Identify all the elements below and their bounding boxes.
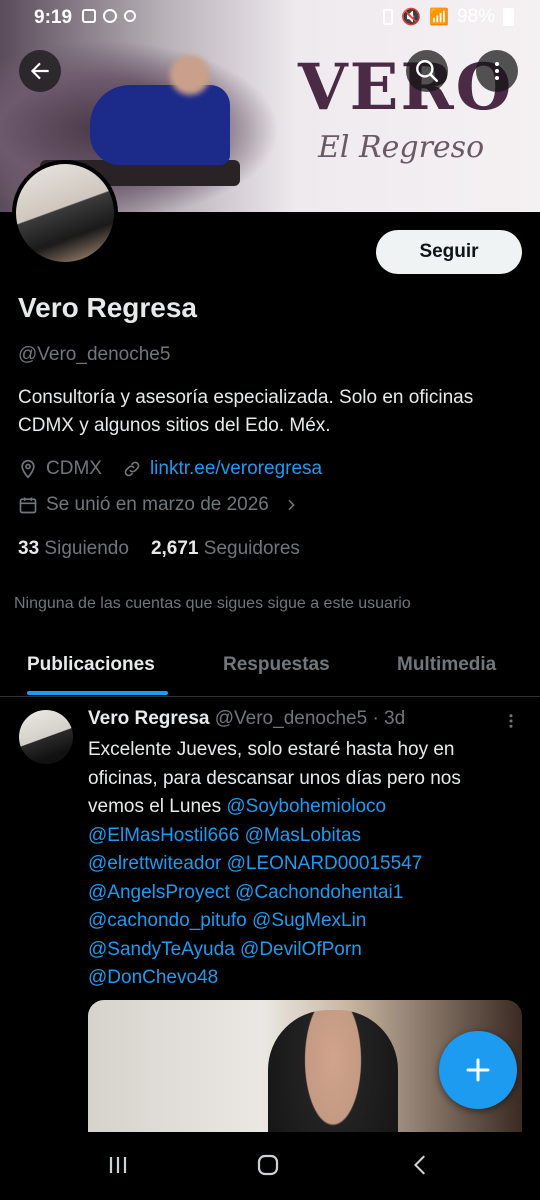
home-button[interactable]: [248, 1150, 288, 1180]
mute-icon: 🔇: [401, 9, 422, 26]
notification-icons: [82, 9, 136, 23]
recent-apps-icon: [109, 1157, 127, 1173]
post-mention[interactable]: @Cachondohentai1: [235, 882, 403, 903]
tab-publicaciones[interactable]: Publicaciones: [27, 654, 155, 676]
tab-respuestas[interactable]: Respuestas: [223, 654, 330, 676]
avatar-image: [16, 164, 114, 262]
status-time: 9:19: [34, 7, 73, 28]
profile-tabs: Publicaciones Respuestas Multimedia: [0, 640, 540, 697]
more-vertical-icon: [509, 714, 513, 728]
compose-post-button[interactable]: [439, 1031, 517, 1109]
banner-subtitle: El Regreso: [318, 130, 485, 165]
follow-button[interactable]: Seguir: [376, 230, 522, 274]
post-mention[interactable]: @AngelsProyect: [88, 882, 230, 903]
post-mention[interactable]: @LEONARD00015547: [227, 853, 423, 874]
profile-name: Vero Regresa: [18, 292, 197, 323]
post-author-name[interactable]: Vero Regresa: [88, 708, 209, 729]
p-app-icon: [124, 10, 136, 22]
post-mention[interactable]: @cachondo_pitufo: [88, 910, 247, 931]
chevron-right-icon: [288, 499, 295, 511]
profile-meta-row: CDMX linktr.ee/veroregresa: [18, 458, 322, 480]
post-header: Vero Regresa @Vero_denoche5 · 3d: [88, 708, 405, 730]
post-text: Excelente Jueves, solo estaré hasta hoy …: [88, 736, 518, 993]
banner-figure-head: [170, 55, 210, 95]
profile-bio: Consultoría y asesoría especializada. So…: [18, 387, 474, 436]
followers-stat[interactable]: 2,671 Seguidores: [151, 538, 300, 560]
followers-count: 2,671: [150, 538, 199, 559]
home-icon: [257, 1154, 279, 1176]
post-author-handle[interactable]: @Vero_denoche5: [215, 708, 367, 729]
more-options-button[interactable]: [476, 50, 518, 92]
profile-joined-row[interactable]: Se unió en marzo de 2026: [18, 494, 299, 516]
post-timestamp[interactable]: · 3d: [372, 708, 405, 729]
post-more-button[interactable]: [502, 711, 520, 736]
chevron-left-icon: [413, 1155, 425, 1175]
following-stat[interactable]: 33 Siguiendo: [18, 538, 129, 560]
banner-figure: [90, 85, 230, 165]
back-arrow-icon: [30, 62, 49, 80]
post-mention[interactable]: @DonChevo48: [88, 967, 218, 988]
post-mention[interactable]: @SandyTeAyuda: [88, 939, 235, 960]
profile-handle: @Vero_denoche5: [18, 344, 171, 365]
tab-multimedia[interactable]: Multimedia: [397, 654, 496, 676]
search-button[interactable]: [406, 50, 448, 92]
follow-stats: 33 Siguiendo 2,671 Seguidores: [18, 538, 300, 560]
search-icon: [416, 60, 439, 83]
calendar-icon: [19, 497, 37, 514]
followers-label: Seguidores: [203, 538, 300, 559]
profile-link[interactable]: linktr.ee/veroregresa: [150, 458, 322, 480]
back-button[interactable]: [19, 50, 61, 92]
plus-icon: [466, 1058, 490, 1082]
recent-apps-button[interactable]: [98, 1150, 138, 1180]
link-icon: [124, 461, 140, 477]
messenger-icon: [103, 9, 117, 23]
system-icons: 🔇 📶 98%: [383, 6, 514, 28]
post-mention[interactable]: @Soybohemioloco: [226, 796, 386, 817]
android-nav-bar: [0, 1132, 540, 1200]
post-mention[interactable]: @MasLobitas: [245, 825, 361, 846]
profile-avatar[interactable]: [12, 160, 118, 266]
gallery-icon: [82, 9, 96, 23]
post-mention[interactable]: @ElMasHostil666: [88, 825, 239, 846]
post-author-avatar[interactable]: [19, 710, 73, 764]
mutual-followers-note: Ninguna de las cuentas que sigues sigue …: [14, 595, 411, 612]
profile-joined: Se unió en marzo de 2026: [46, 494, 269, 515]
more-vertical-icon: [495, 62, 499, 80]
post-mention[interactable]: @DevilOfPorn: [240, 939, 362, 960]
back-nav-button[interactable]: [400, 1150, 440, 1180]
battery-icon: [503, 8, 514, 26]
active-tab-indicator: [27, 691, 168, 695]
battery-percent: 98%: [456, 6, 495, 27]
following-label: Siguiendo: [44, 538, 129, 559]
profile-location: CDMX: [46, 458, 102, 479]
status-bar: 9:19 🔇 📶 98%: [0, 0, 540, 34]
battery-saver-icon: [383, 9, 394, 25]
wifi-icon: 📶: [429, 9, 449, 26]
location-pin-icon: [21, 459, 35, 479]
post-mention[interactable]: @elrettwiteador: [88, 853, 221, 874]
following-count: 33: [18, 538, 40, 559]
post-mention[interactable]: @SugMexLin: [252, 910, 366, 931]
